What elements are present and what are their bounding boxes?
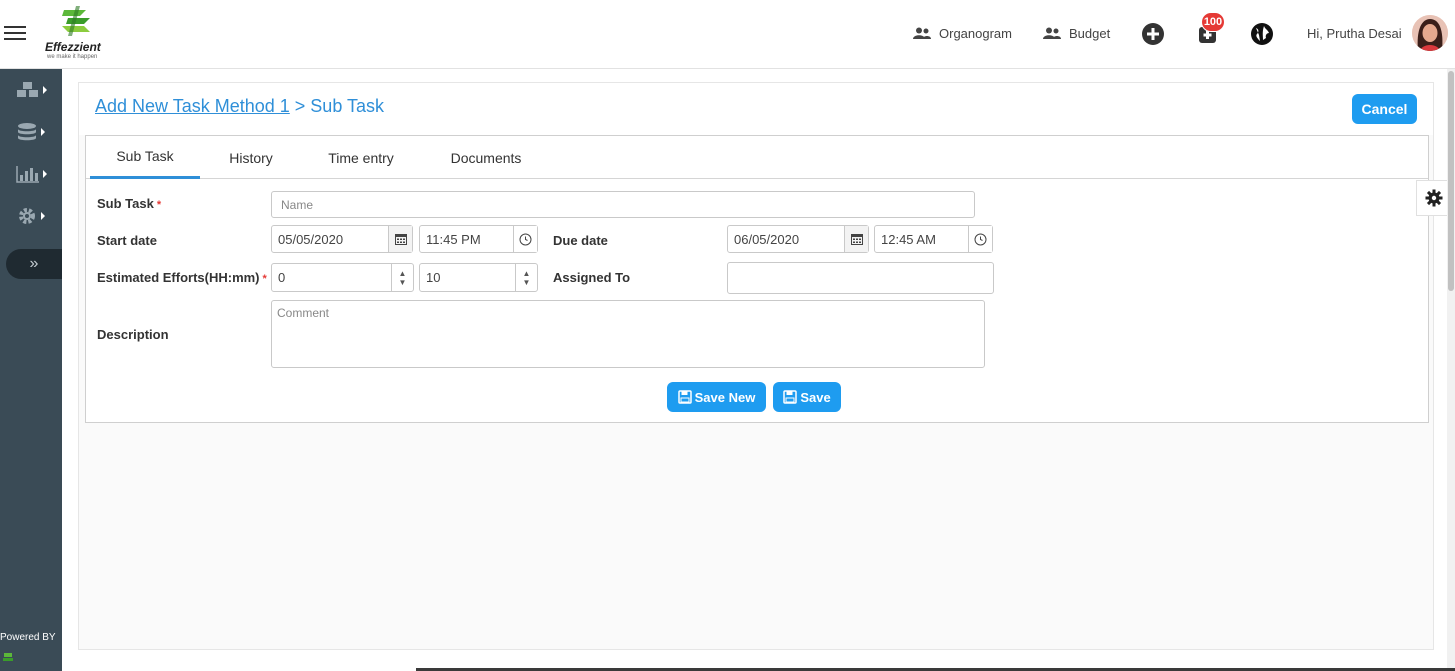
sidebar-item-settings[interactable] — [16, 206, 45, 226]
start-date-label: Start date — [97, 233, 157, 248]
subtask-name-input[interactable]: Name — [271, 191, 975, 218]
efforts-hours-value: 0 — [278, 270, 286, 285]
cancel-button[interactable]: Cancel — [1352, 94, 1417, 124]
vertical-scrollbar[interactable] — [1447, 69, 1455, 671]
logo-mark-icon — [62, 6, 90, 36]
breadcrumb-current: Sub Task — [310, 96, 385, 116]
avatar-image — [1412, 15, 1448, 51]
database-icon — [18, 123, 36, 141]
logo-tagline: we make it happen — [47, 54, 98, 60]
save-new-label: Save New — [694, 389, 756, 405]
gear-icon — [1425, 189, 1442, 207]
clock-icon[interactable] — [968, 226, 992, 252]
calendar-icon[interactable] — [388, 226, 412, 252]
hamburger-menu-icon[interactable] — [4, 26, 26, 42]
required-mark: * — [262, 273, 267, 285]
floppy-disk-icon — [783, 390, 798, 404]
nav-organogram[interactable]: Organogram — [913, 26, 1012, 41]
app-logo[interactable]: Effezzient we make it happen — [44, 6, 114, 62]
tab-bar: Sub Task History Time entry Documents — [86, 136, 1428, 179]
assigned-to-input[interactable] — [727, 262, 994, 294]
start-time-input[interactable]: 11:45 PM — [419, 225, 538, 253]
sidebar-item-database[interactable] — [16, 122, 45, 142]
powered-by-logo-icon — [3, 653, 13, 661]
powered-by-label: Powered BY — [0, 632, 56, 643]
save-label: Save — [800, 389, 831, 405]
stepper-arrows-icon[interactable]: ▲ ▼ — [515, 264, 537, 291]
breadcrumb-link-add-task[interactable]: Add New Task Method 1 — [95, 96, 290, 116]
required-mark: * — [156, 199, 162, 211]
logo-text: Effezzient — [45, 40, 101, 54]
due-date-value: 06/05/2020 — [734, 231, 800, 247]
sidebar: » Powered BY — [0, 69, 62, 671]
description-textarea[interactable]: Comment — [271, 300, 985, 368]
efforts-label: Estimated Efforts(HH:mm) * — [97, 270, 267, 285]
efforts-hours-stepper[interactable]: 0 ▲ ▼ — [271, 263, 414, 292]
plus-circle-icon[interactable] — [1141, 22, 1165, 46]
cubes-icon — [17, 82, 38, 97]
tab-documents[interactable]: Documents — [438, 136, 534, 179]
efforts-minutes-value: 10 — [426, 270, 441, 285]
floppy-disk-icon — [677, 390, 692, 404]
user-greeting[interactable]: Hi, Prutha Desai — [1307, 26, 1402, 41]
description-label: Description — [97, 327, 169, 342]
efforts-minutes-stepper[interactable]: 10 ▲ ▼ — [419, 263, 538, 292]
sidebar-expand-button[interactable]: » — [6, 249, 62, 279]
settings-panel-toggle[interactable] — [1416, 180, 1450, 216]
due-time-value: 12:45 AM — [881, 231, 936, 247]
nav-budget-label: Budget — [1069, 26, 1111, 41]
tab-history[interactable]: History — [214, 136, 288, 179]
main-panel: Add New Task Method 1 > Sub Task Cancel … — [78, 82, 1434, 650]
subtask-label: Sub Task * — [97, 196, 161, 211]
notification-badge: 100 — [1201, 12, 1225, 32]
start-date-input[interactable]: 05/05/2020 — [271, 225, 413, 253]
calendar-icon[interactable] — [844, 226, 868, 252]
efforts-label-text: Estimated Efforts(HH:mm) — [97, 270, 260, 285]
due-time-input[interactable]: 12:45 AM — [874, 225, 993, 253]
nav-budget[interactable]: Budget — [1043, 26, 1110, 41]
breadcrumb-separator: > — [289, 96, 311, 116]
nav-organogram-label: Organogram — [939, 26, 1012, 41]
due-date-label: Due date — [553, 233, 608, 248]
assigned-to-label: Assigned To — [553, 270, 631, 285]
gear-icon — [19, 208, 35, 224]
subtask-form-card: Sub Task History Time entry Documents Su… — [85, 135, 1429, 423]
bar-chart-icon — [16, 166, 39, 183]
users-icon — [913, 27, 931, 39]
save-button[interactable]: Save — [773, 382, 841, 412]
sidebar-item-reports[interactable] — [16, 165, 47, 183]
page-header: Add New Task Method 1 > Sub Task Cancel — [79, 83, 1433, 135]
top-header: Effezzient we make it happen Organogram … — [0, 0, 1455, 69]
user-avatar[interactable] — [1412, 15, 1448, 51]
tab-time-entry[interactable]: Time entry — [316, 136, 406, 179]
start-time-value: 11:45 PM — [426, 231, 481, 247]
clock-icon[interactable] — [513, 226, 537, 252]
globe-icon[interactable] — [1250, 22, 1274, 46]
sidebar-item-cubes[interactable] — [16, 81, 47, 99]
save-new-button[interactable]: Save New — [667, 382, 766, 412]
users-icon — [1043, 27, 1061, 39]
tab-sub-task[interactable]: Sub Task — [90, 136, 200, 179]
subtask-label-text: Sub Task — [97, 196, 154, 211]
stepper-arrows-icon[interactable]: ▲ ▼ — [391, 264, 413, 291]
start-date-value: 05/05/2020 — [278, 231, 344, 247]
breadcrumb: Add New Task Method 1 > Sub Task — [95, 96, 384, 117]
scrollbar-thumb[interactable] — [1448, 71, 1454, 291]
due-date-input[interactable]: 06/05/2020 — [727, 225, 869, 253]
